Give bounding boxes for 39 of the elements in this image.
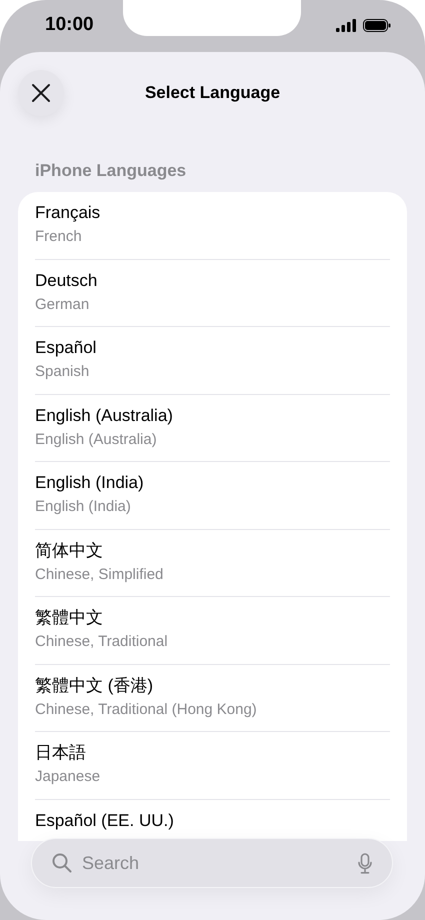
language-english-name: Chinese, Traditional — [35, 632, 169, 652]
language-english-name: Chinese, Simplified — [35, 564, 164, 584]
language-row[interactable]: Deutsch German — [35, 260, 390, 327]
search-field[interactable]: Search — [82, 850, 348, 876]
status-time: 10:00 — [45, 12, 94, 37]
language-name: 简体中文 — [35, 540, 104, 562]
language-english-name: German — [35, 294, 90, 314]
language-row[interactable]: Español Spanish — [35, 327, 390, 394]
language-name: 日本語 — [35, 742, 87, 764]
language-english-name: English (Australia) — [35, 430, 158, 450]
language-row[interactable]: English (India) English (India) — [35, 462, 390, 530]
language-name: 繁體中文 — [35, 607, 104, 629]
language-english-name: Chinese, Traditional (Hong Kong) — [35, 700, 258, 720]
battery-icon — [363, 18, 391, 32]
section-header: iPhone Languages — [35, 161, 186, 180]
microphone-icon — [358, 852, 372, 874]
search-icon — [52, 853, 72, 873]
language-name: English (India) — [35, 472, 145, 494]
language-row[interactable]: 繁體中文 (香港) Chinese, Traditional (Hong Kong) — [35, 664, 390, 732]
language-english-name: English (India) — [35, 497, 132, 517]
language-name: Français — [35, 202, 102, 224]
close-icon — [31, 83, 51, 103]
sheet-title: Select Language — [144, 82, 280, 104]
search-field[interactable]: Search — [31, 838, 393, 888]
language-row[interactable]: 简体中文 Chinese, Simplified — [35, 530, 390, 597]
language-name: 繁體中文 (香港) — [35, 674, 154, 696]
language-english-name: French — [35, 227, 83, 247]
signal-icon — [336, 18, 357, 32]
language-row[interactable]: Español (EE. UU.) — [35, 800, 390, 841]
language-name: English (Australia) — [35, 404, 174, 426]
language-english-name: Spanish — [35, 362, 90, 382]
language-name: Deutsch — [35, 270, 98, 292]
language-row[interactable]: 日本語 Japanese — [35, 732, 390, 800]
language-english-name: Japanese — [35, 767, 102, 787]
language-row[interactable]: English (Australia) English (Australia) — [35, 394, 390, 462]
language-name: Español — [35, 337, 98, 359]
language-name: Español (EE. UU.) — [35, 810, 175, 832]
language-row[interactable]: 繁體中文 Chinese, Traditional — [35, 597, 390, 664]
language-row[interactable]: Français French — [35, 192, 390, 260]
